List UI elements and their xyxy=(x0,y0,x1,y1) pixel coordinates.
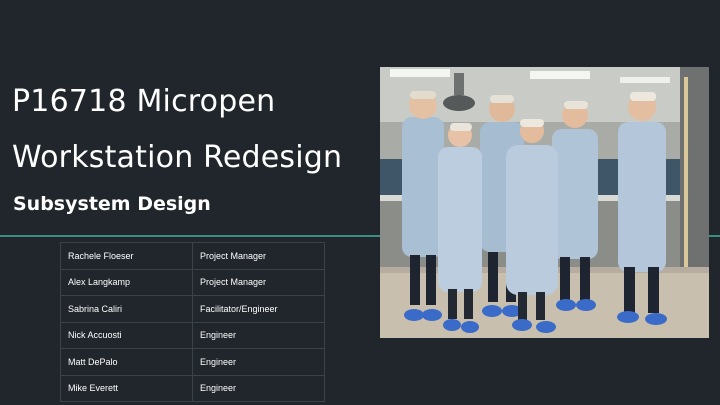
title-line-2: Workstation Redesign xyxy=(12,140,343,175)
table-row: Alex Langkamp Project Manager xyxy=(60,268,325,296)
team-table: Rachele Floeser Project Manager Alex Lan… xyxy=(60,242,325,402)
member-name: Alex Langkamp xyxy=(60,268,193,296)
title-line-1: P16718 Micropen xyxy=(12,84,276,119)
member-name: Mike Everett xyxy=(60,374,193,402)
member-role: Project Manager xyxy=(192,268,325,296)
table-row: Nick Accuosti Engineer xyxy=(60,321,325,349)
member-name: Sabrina Caliri xyxy=(60,295,193,323)
member-role: Engineer xyxy=(192,374,325,402)
member-name: Matt DePalo xyxy=(60,348,193,376)
slide: P16718 Micropen Workstation Redesign Sub… xyxy=(0,0,720,405)
member-role: Engineer xyxy=(192,348,325,376)
team-photo xyxy=(380,67,709,338)
slide-subtitle: Subsystem Design xyxy=(13,193,211,215)
slide-title: P16718 Micropen Workstation Redesign xyxy=(12,74,342,186)
member-role: Facilitator/Engineer xyxy=(192,295,325,323)
member-role: Project Manager xyxy=(192,242,325,270)
member-name: Rachele Floeser xyxy=(60,242,193,270)
member-role: Engineer xyxy=(192,321,325,349)
member-name: Nick Accuosti xyxy=(60,321,193,349)
table-row: Rachele Floeser Project Manager xyxy=(60,242,325,270)
table-row: Mike Everett Engineer xyxy=(60,374,325,402)
table-row: Matt DePalo Engineer xyxy=(60,348,325,376)
table-row: Sabrina Caliri Facilitator/Engineer xyxy=(60,295,325,323)
